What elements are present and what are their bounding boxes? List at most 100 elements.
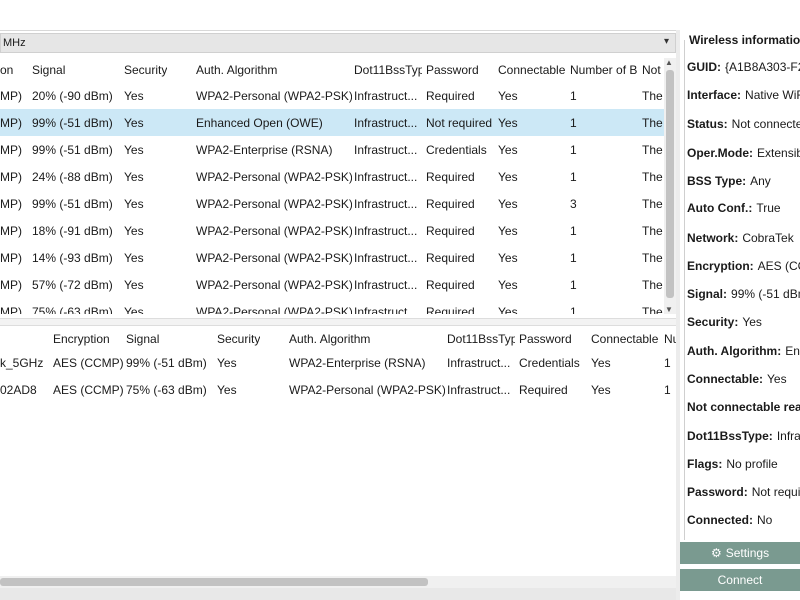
- col-header-number[interactable]: Nu: [664, 332, 676, 346]
- table-cell: 18% (-91 dBm): [32, 224, 113, 238]
- info-field-value: Yes: [742, 315, 762, 329]
- col-header-encryption[interactable]: Encryption: [53, 332, 110, 346]
- table-cell: MP): [0, 143, 22, 157]
- table-cell: Infrastruct...: [354, 278, 418, 292]
- table-cell: Yes: [498, 305, 518, 314]
- info-field: Not connectable reas: [687, 400, 800, 414]
- table-row[interactable]: MP) 18% (-91 dBm) Yes WPA2-Personal (WPA2-P…: [0, 217, 664, 244]
- table-cell: 75% (-63 dBm): [32, 305, 113, 314]
- col-header-not[interactable]: Not: [642, 63, 661, 77]
- table-cell: Credentials: [519, 356, 580, 370]
- table-row[interactable]: MP) 75% (-63 dBm) Yes WPA2-Personal (WPA2-P…: [0, 298, 664, 314]
- table-row[interactable]: MP) 99% (-51 dBm) Yes Enhanced Open (OWE) In…: [0, 109, 664, 136]
- info-field-label: Connected:: [687, 513, 753, 527]
- table-row[interactable]: MP) 24% (-88 dBm) Yes WPA2-Personal (WPA2-P…: [0, 163, 664, 190]
- info-field-value: AES (CCM: [757, 259, 800, 273]
- chevron-down-icon[interactable]: ▾: [664, 36, 669, 47]
- info-field: GUID: {A1B8A303-F25: [687, 60, 800, 74]
- col-header-signal[interactable]: Signal: [32, 63, 65, 77]
- table-cell: Required: [426, 305, 475, 314]
- scroll-down-icon[interactable]: ▼: [665, 305, 673, 314]
- info-field: Connected: No: [687, 513, 772, 527]
- table-cell: Yes: [124, 197, 144, 211]
- table-cell: 75% (-63 dBm): [126, 383, 207, 397]
- table-cell: The: [642, 143, 663, 157]
- gear-icon: ⚙: [710, 546, 722, 560]
- col-header-connectable[interactable]: Connectable: [591, 332, 658, 346]
- table-cell: WPA2-Enterprise (RSNA): [196, 143, 333, 157]
- title-band: [0, 0, 800, 31]
- info-field-value: Not requir: [751, 485, 800, 499]
- table-cell: Yes: [124, 278, 144, 292]
- info-field: Password: Not requir: [687, 485, 800, 499]
- col-header-encryption[interactable]: on: [0, 63, 13, 77]
- table-cell: Infrastruct...: [447, 356, 511, 370]
- col-header-password[interactable]: Password: [426, 63, 479, 77]
- table-cell: Yes: [124, 116, 144, 130]
- col-header-auth[interactable]: Auth. Algorithm: [289, 332, 370, 346]
- table-cell: Enhanced Open (OWE): [196, 116, 323, 130]
- col-header-number[interactable]: Number of B: [570, 63, 638, 77]
- table-row[interactable]: k_5GHz AES (CCMP) 99% (-51 dBm) Yes WPA2-Ent…: [0, 350, 676, 377]
- col-header-bsstype[interactable]: Dot11BssType: [354, 63, 422, 77]
- table-cell: Yes: [591, 383, 611, 397]
- table-cell: MP): [0, 305, 22, 314]
- table-cell: Yes: [124, 89, 144, 103]
- table-cell: AES (CCMP): [53, 356, 123, 370]
- info-field-value: Infrast: [776, 429, 800, 443]
- table-row[interactable]: MP) 14% (-93 dBm) Yes WPA2-Personal (WPA2-P…: [0, 244, 664, 271]
- scrollbar-thumb[interactable]: [0, 578, 428, 586]
- col-header-security[interactable]: Security: [217, 332, 260, 346]
- info-field-label: Connectable:: [687, 372, 764, 386]
- table-cell: Infrastruct...: [354, 170, 418, 184]
- horizontal-scrollbar[interactable]: [0, 576, 676, 588]
- connect-button[interactable]: Connect: [680, 569, 800, 591]
- table-cell: WPA2-Personal (WPA2-PSK): [196, 197, 352, 211]
- table-row[interactable]: MP) 99% (-51 dBm) Yes WPA2-Enterprise (RSNA…: [0, 136, 664, 163]
- table-cell: The: [642, 305, 663, 314]
- table-cell: Yes: [217, 383, 237, 397]
- info-field-value: 99% (-51 dBm: [731, 287, 800, 301]
- col-header-security[interactable]: Security: [124, 63, 167, 77]
- networks-vertical-scrollbar[interactable]: ▲ ▼: [664, 58, 676, 314]
- table-cell: WPA2-Personal (WPA2-PSK): [196, 278, 352, 292]
- table-cell: Infrastruct...: [447, 383, 511, 397]
- table-cell: Yes: [124, 224, 144, 238]
- col-header-connectable[interactable]: Connectable: [498, 63, 565, 77]
- table-cell: WPA2-Personal (WPA2-PSK): [196, 305, 352, 314]
- table-cell: 20% (-90 dBm): [32, 89, 113, 103]
- info-field: Auth. Algorithm:Enh: [687, 344, 800, 358]
- table-cell: WPA2-Personal (WPA2-PSK): [196, 170, 352, 184]
- table-row[interactable]: MP) 99% (-51 dBm) Yes WPA2-Personal (WPA2-P…: [0, 190, 664, 217]
- splitter[interactable]: [0, 318, 676, 326]
- table-cell: WPA2-Personal (WPA2-PSK): [196, 89, 352, 103]
- info-field-value: No profile: [726, 457, 778, 471]
- table-cell: 99% (-51 dBm): [32, 197, 113, 211]
- col-header-auth[interactable]: Auth. Algorithm: [196, 63, 277, 77]
- table-cell: Required: [426, 278, 475, 292]
- info-field: BSS Type: Any: [687, 174, 771, 188]
- table-row[interactable]: MP) 57% (-72 dBm) Yes WPA2-Personal (WPA2-P…: [0, 271, 664, 298]
- col-header-bsstype[interactable]: Dot11BssType: [447, 332, 515, 346]
- settings-button[interactable]: ⚙ Settings: [680, 542, 800, 564]
- settings-button-label: Settings: [725, 546, 770, 560]
- col-header-password[interactable]: Password: [519, 332, 572, 346]
- table-cell: Yes: [124, 305, 144, 314]
- info-field: Auto Conf.: True: [687, 201, 781, 215]
- table-row[interactable]: 02AD8 AES (CCMP) 75% (-63 dBm) Yes WPA2-Pers…: [0, 377, 676, 404]
- table-row[interactable]: MP) 20% (-90 dBm) Yes WPA2-Personal (WPA2-P…: [0, 82, 664, 109]
- info-field-value: True: [756, 201, 781, 215]
- table-cell: 1: [664, 383, 671, 397]
- info-field-label: Status:: [687, 117, 728, 131]
- info-field-value: Any: [750, 174, 771, 188]
- scrollbar-thumb[interactable]: [666, 70, 674, 298]
- table-cell: Infrastruct...: [354, 251, 418, 265]
- channel-dropdown[interactable]: MHz ▾: [0, 33, 676, 53]
- table-cell: Required: [519, 383, 568, 397]
- info-field: Security: Yes: [687, 315, 762, 329]
- col-header-signal[interactable]: Signal: [126, 332, 159, 346]
- table-cell: Yes: [124, 251, 144, 265]
- connect-button-label: Connect: [717, 573, 763, 587]
- table-cell: 3: [570, 197, 577, 211]
- scroll-up-icon[interactable]: ▲: [665, 58, 673, 67]
